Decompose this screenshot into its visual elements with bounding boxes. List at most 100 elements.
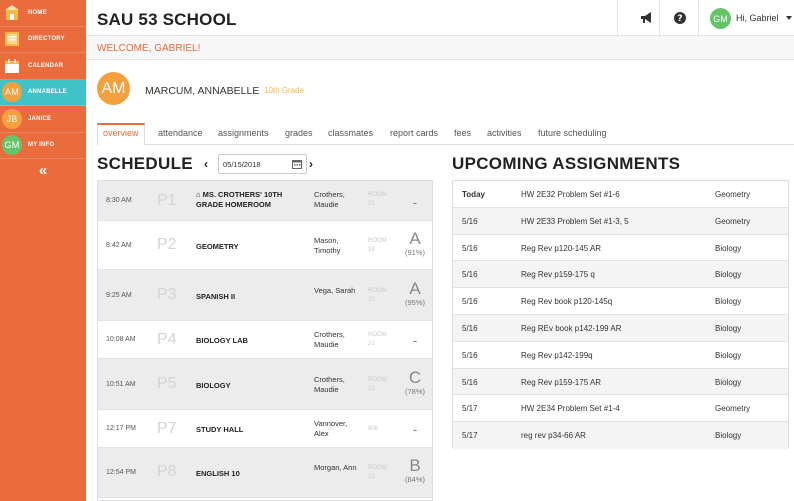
room-number: ROOM 21 — [368, 192, 387, 207]
tab-attendance[interactable]: attendance — [158, 123, 203, 145]
avatar: AM — [2, 82, 22, 103]
table-row[interactable]: 5/16 Reg Rev p120-145 AR Biology — [453, 235, 788, 262]
period-time: 8:30 AM — [106, 197, 132, 204]
room-number: ROOM 21 — [368, 332, 387, 347]
schedule-date-input[interactable]: 05/15/2018 — [218, 154, 307, 174]
chevron-down-icon[interactable] — [786, 16, 792, 20]
tab-assignments[interactable]: assignments — [218, 123, 269, 145]
grade-letter: A — [409, 279, 421, 298]
teacher-name: Vega, Sarah — [314, 286, 356, 295]
assignment-subject: Biology — [715, 431, 742, 441]
assignment-subject: Geometry — [715, 216, 751, 226]
assignment-date: 5/16 — [462, 324, 478, 333]
table-row[interactable]: Today HW 2E32 Problem Set #1-6 Geometry — [453, 181, 788, 208]
period-time: 10:08 AM — [106, 336, 136, 343]
grade-letter: C — [408, 368, 422, 387]
calendar-icon[interactable] — [292, 159, 302, 169]
sidebar-item-janice[interactable]: JB JANICE — [0, 106, 86, 133]
assignment-subject: Biology — [715, 377, 742, 387]
sidebar-item-directory[interactable]: DIRECTORY — [0, 27, 86, 53]
assignment-title: HW 2E33 Problem Set #1-3, 5 — [521, 216, 629, 226]
home-icon — [2, 3, 22, 23]
assignment-subject: Geometry — [715, 190, 751, 199]
grade-percent: (95%) — [404, 298, 425, 307]
room-number: ROOM 18 — [368, 238, 387, 253]
date-value: 05/15/2018 — [223, 160, 261, 169]
tab-classmates[interactable]: classmates — [328, 123, 373, 145]
grade-cell: - — [398, 421, 432, 437]
tab-fees[interactable]: fees — [454, 123, 471, 145]
assignment-date: 5/16 — [462, 243, 478, 253]
period-number: P8 — [157, 463, 177, 480]
table-row[interactable]: 10:08 AM P4 BIOLOGY LAB Crothers, Maudie… — [98, 321, 432, 359]
assignment-title: Reg REv book p142-199 AR — [521, 324, 622, 333]
top-header: SAU 53 SCHOOL ? GM Hi, Gabriel — [86, 0, 794, 36]
tab-report-cards[interactable]: report cards — [390, 123, 438, 145]
table-row[interactable]: 5/16 Reg Rev p159-175 q Biology — [453, 261, 788, 289]
sidebar-item-label: JANICE — [28, 115, 52, 122]
course-title: MS. CROTHERS' 10TH GRADE HOMEROOM — [196, 190, 283, 209]
grade-letter: - — [412, 332, 418, 348]
grade-cell: - — [398, 194, 432, 210]
collapse-sidebar-button[interactable]: « — [0, 159, 86, 181]
course-name: ⌂ MS. CROTHERS' 10TH GRADE HOMEROOM — [196, 190, 301, 210]
table-row[interactable]: 5/17 HW 2E34 Problem Set #1-4 Geometry — [453, 395, 788, 423]
divider — [659, 0, 660, 36]
table-row[interactable]: 10:51 AM P5 BIOLOGY Crothers, Maudie ROO… — [98, 359, 432, 410]
course-name: SPANISH II — [196, 292, 236, 301]
table-row[interactable]: 5/16 HW 2E33 Problem Set #1-3, 5 Geometr… — [453, 207, 788, 235]
previous-day-button[interactable]: ‹ — [204, 157, 208, 171]
sidebar-item-label: HOME — [28, 9, 47, 16]
assignment-date: Today — [462, 190, 485, 199]
assignment-title: Reg Rev p120-145 AR — [521, 243, 602, 253]
tab-overview[interactable]: overview — [97, 123, 145, 146]
assignment-date: 5/16 — [462, 377, 478, 387]
tab-future-scheduling[interactable]: future scheduling — [538, 123, 607, 145]
next-day-button[interactable]: › — [309, 157, 313, 171]
teacher-name: Crothers, Maudie — [314, 330, 345, 349]
sidebar-item-home[interactable]: HOME — [0, 0, 86, 27]
grade-letter: - — [412, 194, 418, 210]
assignment-date: 5/16 — [462, 216, 478, 226]
room-number: ROOM 22 — [368, 465, 387, 480]
assignment-title: Reg Rev p159-175 AR — [521, 377, 602, 387]
assignment-date: 5/16 — [462, 297, 478, 307]
table-row[interactable]: 12:54 PM P8 ENGLISH 10 Morgan, Ann ROOM … — [98, 448, 432, 498]
assignment-subject: Biology — [715, 270, 742, 280]
megaphone-icon[interactable] — [639, 11, 653, 25]
room-number: ROOM 20 — [368, 288, 387, 303]
period-number: P7 — [157, 420, 177, 437]
tab-activities[interactable]: activities — [487, 123, 522, 145]
sidebar-item-annabelle[interactable]: AM ANNABELLE — [0, 79, 86, 106]
table-row[interactable]: 5/16 Reg Rev book p120-145q Biology — [453, 288, 788, 315]
period-time: 9:25 AM — [106, 292, 132, 299]
assignment-subject: Biology — [715, 243, 742, 253]
table-row[interactable]: 12:17 PM P7 STUDY HALL Vannover, Alex 90… — [98, 410, 432, 448]
tab-grades[interactable]: grades — [285, 123, 313, 145]
help-icon[interactable]: ? — [673, 11, 687, 25]
avatar[interactable]: GM — [710, 8, 731, 29]
grade-percent: (78%) — [404, 387, 425, 396]
teacher-name: Mason, Timothy — [314, 236, 341, 255]
period-time: 8:42 AM — [106, 242, 132, 249]
grade-letter: B — [409, 456, 421, 475]
assignment-title: Reg Rev p159-175 q — [521, 270, 595, 280]
table-row[interactable]: 5/16 Reg Rev p159-175 AR Biology — [453, 368, 788, 396]
period-number: P1 — [157, 192, 177, 209]
sidebar-item-calendar[interactable]: CALENDAR — [0, 53, 86, 80]
table-row[interactable]: 5/16 Reg REv book p142-199 AR Biology — [453, 315, 788, 342]
table-row[interactable]: 8:30 AM P1 ⌂ MS. CROTHERS' 10TH GRADE HO… — [98, 181, 432, 221]
table-row[interactable]: 9:25 AM P3 SPANISH II Vega, Sarah ROOM 2… — [98, 270, 432, 321]
sidebar-item-label: DIRECTORY — [28, 36, 65, 43]
assignment-date: 5/17 — [462, 404, 478, 414]
user-menu[interactable]: Hi, Gabriel — [736, 13, 779, 23]
period-number: P3 — [157, 286, 177, 303]
table-row[interactable]: 8:42 AM P2 GEOMETRY Mason, Timothy ROOM … — [98, 221, 432, 270]
assignment-title: HW 2E32 Problem Set #1-6 — [521, 190, 620, 199]
grade-letter: A — [409, 229, 421, 248]
sidebar-item-my-info[interactable]: GM MY INFO — [0, 133, 86, 159]
table-row[interactable]: 5/16 Reg Rev p142-199q Biology — [453, 342, 788, 369]
table-row[interactable]: 5/17 reg rev p34-66 AR Biology — [453, 422, 788, 449]
teacher-name: Crothers, Maudie — [314, 375, 345, 394]
student-name: MARCUM, ANNABELLE — [145, 85, 260, 97]
